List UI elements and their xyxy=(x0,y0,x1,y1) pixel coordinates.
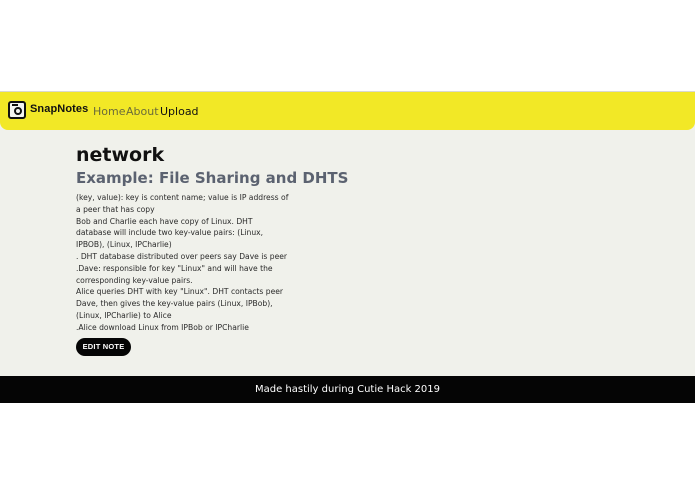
note-line: Alice queries DHT with key "Linux". DHT … xyxy=(76,287,284,297)
footer: Made hastily during Cutie Hack 2019 xyxy=(0,376,695,403)
edit-note-button[interactable]: EDIT NOTE xyxy=(76,338,131,356)
app-container: SnapNotes Home About Upload network Exam… xyxy=(0,91,695,377)
note-line: IPBOB), (Linux, IPCharlie) xyxy=(76,240,172,250)
note-line: Bob and Charlie each have copy of Linux.… xyxy=(76,216,253,226)
camera-icon[interactable] xyxy=(8,101,26,119)
nav-upload-link[interactable]: Upload xyxy=(160,105,199,118)
note-line: Dave, then gives the key-value pairs (Li… xyxy=(76,299,273,309)
note-content: network Example: File Sharing and DHTS (… xyxy=(76,144,476,334)
navbar: SnapNotes Home About Upload xyxy=(0,92,695,130)
note-line: (Linux, IPCharlie) to Alice xyxy=(76,310,172,320)
note-line: . DHT database distributed over peers sa… xyxy=(76,251,288,261)
nav-about-link[interactable]: About xyxy=(126,105,159,118)
note-line: a peer that has copy xyxy=(76,204,155,214)
note-title: network xyxy=(76,144,165,166)
note-subtitle: Example: File Sharing and DHTS xyxy=(76,169,349,187)
note-line: .Alice download Linux from IPBob or IPCh… xyxy=(76,322,249,332)
page: SnapNotes Home About Upload network Exam… xyxy=(0,0,695,494)
note-body: (key, value): key is content name; value… xyxy=(76,192,289,334)
brand-name[interactable]: SnapNotes xyxy=(30,103,88,115)
note-line: database will include two key-value pair… xyxy=(76,228,264,238)
note-line: corresponding key-value pairs. xyxy=(76,275,193,285)
note-line: (key, value): key is content name; value… xyxy=(76,193,289,202)
nav-home-link[interactable]: Home xyxy=(93,105,125,118)
note-line: .Dave: responsible for key "Linux" and w… xyxy=(76,263,273,273)
footer-text: Made hastily during Cutie Hack 2019 xyxy=(254,384,441,395)
